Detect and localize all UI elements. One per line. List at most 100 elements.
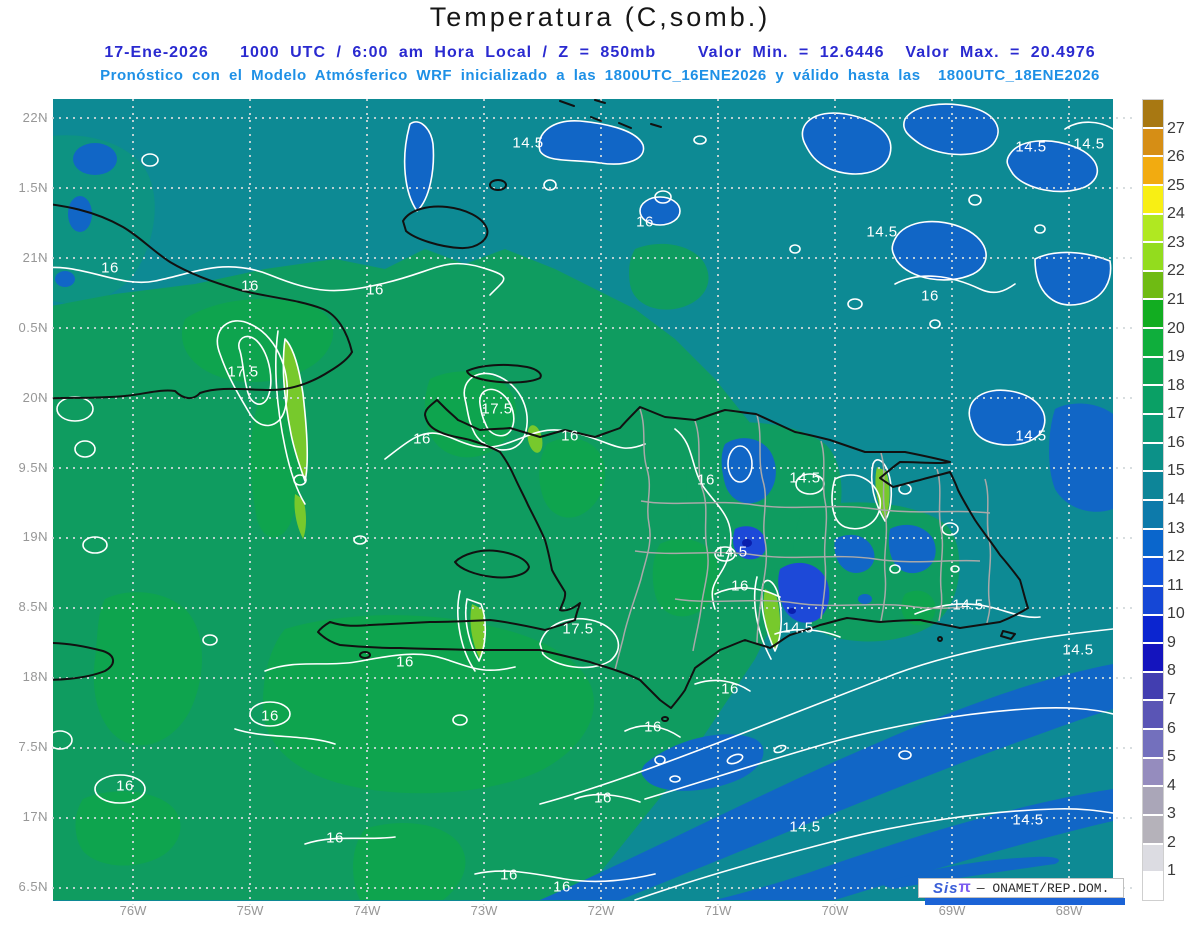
contour-label: 16 xyxy=(594,789,612,807)
contour-label: 16 xyxy=(636,213,654,231)
sispi-logo: Sis xyxy=(933,879,959,897)
colorbar-tick-label: 26 xyxy=(1167,148,1185,166)
colorbar-tick-label: 11 xyxy=(1167,576,1184,594)
lat-tick-label: 22N xyxy=(22,110,48,125)
colorbar-segment xyxy=(1143,558,1163,585)
contour-label: 14.5 xyxy=(1015,138,1047,156)
contour-label: 16 xyxy=(500,866,518,884)
colorbar-tick-label: 21 xyxy=(1167,291,1185,308)
attribution-text: — ONAMET/REP.DOM. xyxy=(976,880,1110,896)
colorbar-segment xyxy=(1143,243,1163,270)
lon-tick-label: 76W xyxy=(119,903,147,918)
colorbar-tick-label: 23 xyxy=(1167,233,1185,251)
colorbar-tick-label: 18 xyxy=(1167,376,1185,394)
contour-label: 16 xyxy=(553,878,571,896)
contour-label: 14.5 xyxy=(866,223,898,241)
colorbar-tick-label: 1 xyxy=(1167,862,1176,880)
colorbar-segment xyxy=(1143,357,1163,385)
colorbar-segment xyxy=(1143,586,1163,614)
contour-label: 16 xyxy=(921,287,939,305)
lat-tick-label: 0.5N xyxy=(18,319,48,335)
colorbar-tick-label: 19 xyxy=(1167,348,1185,366)
colorbar-segment xyxy=(1143,787,1163,815)
colorbar-tick-label: 4 xyxy=(1167,776,1176,794)
colorbar-tick-label: 13 xyxy=(1167,519,1185,537)
colorbar-segment xyxy=(1143,214,1163,242)
colorbar-tick-label: 2 xyxy=(1167,833,1176,851)
contour-label: 16 xyxy=(721,680,739,698)
lat-tick-label: 19N xyxy=(22,529,48,545)
lat-tick-label: 20N xyxy=(22,389,48,405)
lat-tick-label: 7.5N xyxy=(18,739,48,755)
contour-label: 17.5 xyxy=(481,400,513,418)
attribution-box: Sis π — ONAMET/REP.DOM. xyxy=(918,878,1124,898)
contour-label: 17.5 xyxy=(562,620,594,638)
colorbar-segment xyxy=(1143,386,1163,414)
contour-label: 14.5 xyxy=(1015,427,1047,445)
colorbar-tick-label: 5 xyxy=(1167,748,1176,766)
contour-label: 16 xyxy=(101,259,119,277)
contour-label: 14.5 xyxy=(1073,135,1105,153)
contour-label: 17.5 xyxy=(227,363,259,381)
colorbar-tick-label: 27 xyxy=(1167,119,1185,137)
contour-label: 14.5 xyxy=(952,596,984,614)
colorbar-segment xyxy=(1143,329,1163,356)
lat-tick-label: 6.5N xyxy=(18,878,48,894)
colorbar-segment xyxy=(1143,615,1163,643)
colorbar-tick-label: 15 xyxy=(1167,462,1185,480)
contour-label: 14.5 xyxy=(512,134,544,152)
colorbar xyxy=(1142,99,1164,901)
contour-label: 14.5 xyxy=(782,619,814,637)
contour-label: 16 xyxy=(697,471,715,489)
colorbar-segment xyxy=(1143,500,1163,528)
colorbar-segment xyxy=(1143,415,1163,442)
colorbar-segment xyxy=(1143,157,1163,184)
colorbar-segment xyxy=(1143,443,1163,471)
colorbar-segment xyxy=(1143,271,1163,299)
colorbar-tick-label: 12 xyxy=(1167,548,1185,566)
lon-tick-label: 70W xyxy=(821,903,849,918)
contour-label: 16 xyxy=(644,718,662,736)
contour-label: 16 xyxy=(116,777,134,795)
colorbar-segment xyxy=(1143,128,1163,156)
colorbar-segment xyxy=(1143,758,1163,786)
colorbar-segment xyxy=(1143,701,1163,729)
colorbar-segment xyxy=(1143,100,1163,127)
colorbar-segment xyxy=(1143,816,1163,843)
lon-tick-label: 72W xyxy=(587,903,615,918)
colorbar-tick-label: 20 xyxy=(1167,319,1185,337)
contour-label: 14.5 xyxy=(1012,811,1044,829)
colorbar-segment xyxy=(1143,185,1163,213)
lon-tick-label: 69W xyxy=(938,903,966,918)
colorbar-segment xyxy=(1143,672,1163,700)
map-canvas xyxy=(38,99,1133,905)
contour-label: 14.5 xyxy=(716,543,748,561)
colorbar-tick-label: 9 xyxy=(1167,633,1176,651)
colorbar-tick-label: 6 xyxy=(1167,719,1176,737)
contour-label: 16 xyxy=(413,430,431,448)
colorbar-segment xyxy=(1143,844,1163,872)
colorbar-segment xyxy=(1143,300,1163,328)
forecast-init-line: Pronóstico con el Modelo Atmósferico WRF… xyxy=(100,67,1100,84)
contour-label: 16 xyxy=(731,577,749,595)
lon-tick-label: 75W xyxy=(236,903,264,918)
lat-tick-label: 18N xyxy=(22,669,48,685)
colorbar-segment xyxy=(1143,529,1163,557)
colorbar-tick-label: 14 xyxy=(1167,491,1185,508)
colorbar-segment xyxy=(1143,644,1163,671)
forecast-valid-line: 17-Ene-2026 1000 UTC / 6:00 am Hora Loca… xyxy=(104,44,1096,61)
lat-tick-label: 8.5N xyxy=(18,599,48,615)
contour-label: 16 xyxy=(561,427,579,445)
lon-tick-label: 74W xyxy=(353,903,381,918)
lat-tick-label: 21N xyxy=(22,249,48,265)
colorbar-tick-label: 7 xyxy=(1167,691,1176,708)
colorbar-tick-label: 22 xyxy=(1167,262,1185,280)
page-title: Temperatura (C,somb.) xyxy=(429,2,771,32)
contour-label: 16 xyxy=(326,829,344,847)
contour-label: 16 xyxy=(366,281,384,299)
colorbar-tick-label: 25 xyxy=(1167,176,1185,194)
lat-tick-label: 1.5N xyxy=(18,179,48,195)
colorbar-tick-label: 10 xyxy=(1167,605,1185,623)
weather-map-page: Temperatura (C,somb.) 17-Ene-2026 1000 U… xyxy=(0,0,1200,927)
attribution-underline xyxy=(925,898,1125,905)
